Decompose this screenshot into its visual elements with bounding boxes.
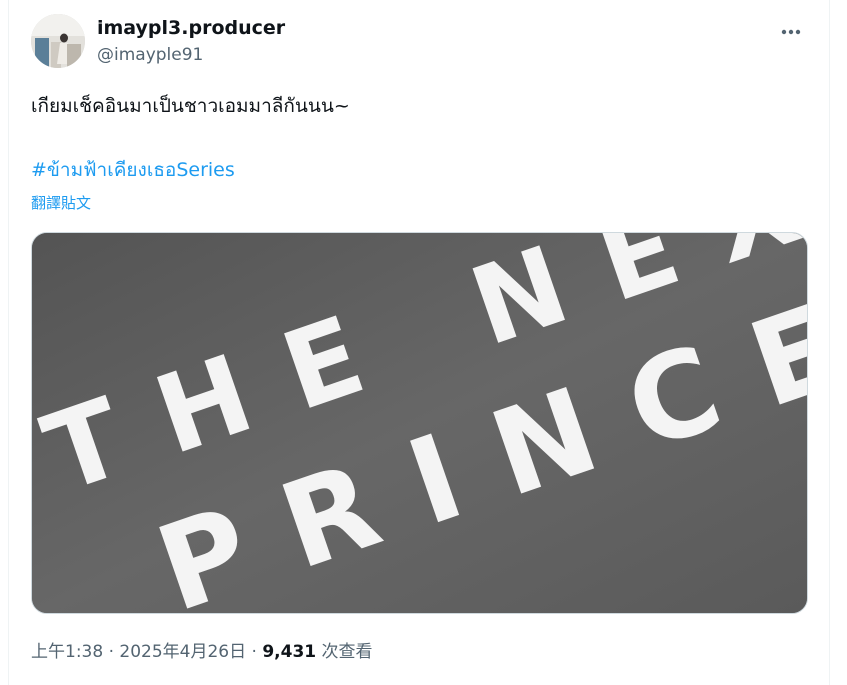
hashtag-link[interactable]: #ข้ามฟ้าเคียงเธอSeries — [31, 156, 235, 184]
translate-post-link[interactable]: 翻譯貼文 — [31, 192, 91, 214]
tweet-time[interactable]: 上午1:38 — [31, 642, 103, 662]
tweet-text: เกียมเช็คอินมาเป็นชาวเอมมาลีกันนน~ — [31, 95, 350, 117]
more-button[interactable] — [775, 20, 807, 44]
meta-separator: · — [251, 642, 257, 662]
views-count: 9,431 — [262, 642, 317, 662]
avatar[interactable] — [31, 14, 85, 68]
avatar-image — [31, 14, 85, 68]
tweet-meta: 上午1:38 · 2025年4月26日 · 9,431 次查看 — [31, 640, 373, 664]
tweet-detail: imaypl3.producer @imayple91 เกียมเช็คอิน… — [8, 0, 830, 685]
tweet-image-graphic: THE NEXT PRINCE — [32, 233, 807, 613]
meta-separator: · — [108, 642, 114, 662]
user-handle[interactable]: @imayple91 — [97, 44, 285, 66]
display-name[interactable]: imaypl3.producer — [97, 16, 285, 40]
more-horizontal-icon — [781, 29, 801, 35]
tweet-header: imaypl3.producer @imayple91 — [31, 14, 813, 70]
tweet-image[interactable]: THE NEXT PRINCE — [31, 232, 808, 614]
views-label: 次查看 — [321, 642, 373, 662]
user-names: imaypl3.producer @imayple91 — [97, 16, 285, 66]
tweet-date[interactable]: 2025年4月26日 — [119, 642, 246, 662]
